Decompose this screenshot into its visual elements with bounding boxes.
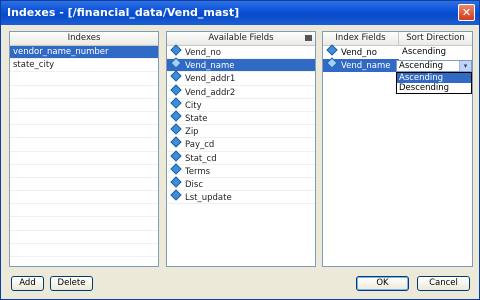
sort-direction-header[interactable]: Sort Direction [399,32,472,45]
list-item[interactable]: Vend_addr2 [167,83,315,99]
list-item [10,191,158,205]
field-icon [170,149,182,162]
index-field-cell[interactable]: Vend_name [323,57,399,72]
indexes-dialog: Indexes - [/financial_data/Vend_mast] ✕ … [0,0,480,300]
list-item-label: Zip [185,127,199,138]
list-item [10,138,158,152]
chevron-down-icon[interactable]: ▾ [459,61,471,71]
field-icon [170,176,182,188]
list-item [10,86,158,99]
field-icon [170,123,182,135]
list-item-label: State [185,113,208,124]
sort-direction-select[interactable]: Ascending ▾ [396,60,472,72]
list-item[interactable]: Zip [167,123,315,139]
list-item [10,72,158,86]
list-item-label: Pay_cd [185,140,215,151]
list-item-label: Stat_cd [185,153,217,164]
list-item-label: Terms [185,166,211,177]
list-item[interactable]: Vend_no [167,44,315,60]
add-button[interactable]: Add [11,276,44,291]
list-item-label: City [185,100,202,111]
list-item [10,125,158,139]
field-icon [170,110,182,122]
indexes-header[interactable]: Indexes [10,32,158,45]
list-item[interactable]: Lst_update [167,189,315,205]
list-item[interactable]: state_city [10,59,158,73]
list-item-label: Vend_name [185,61,235,72]
index-field-cell[interactable]: Vend_no [323,44,399,59]
list-item-label: state_city [13,60,55,71]
list-item [10,112,158,126]
field-icon [170,44,182,56]
list-item[interactable]: Vend_addr1 [167,70,315,86]
list-item[interactable]: vendor_name_number [10,46,158,60]
list-item[interactable]: Stat_cd [167,149,315,165]
table-row[interactable]: Vend_no Ascending [323,44,472,59]
list-item[interactable]: City [167,97,315,112]
title-bar[interactable]: Indexes - [/financial_data/Vend_mast] ✕ [1,1,479,25]
index-fields-header[interactable]: Index Fields [323,32,399,45]
field-icon [170,136,182,148]
list-item [10,204,158,218]
list-item [10,178,158,192]
field-icon [170,57,182,69]
field-icon [170,189,182,201]
ok-button[interactable]: OK [356,276,409,291]
field-icon [326,57,338,69]
option-ascending[interactable]: Ascending [397,73,471,83]
list-item [10,244,158,257]
list-item-label: vendor_name_number [13,47,109,57]
field-icon [170,97,182,109]
field-icon [170,163,182,175]
list-item-label: Vend_addr2 [185,87,236,98]
list-item[interactable]: State [167,110,315,126]
list-item[interactable]: Vend_name [167,57,315,73]
indexes-list[interactable]: Indexes vendor_name_number state_city [9,31,159,267]
index-field-label: Vend_no [341,48,378,58]
list-item [10,152,158,165]
list-item[interactable]: Disc [167,176,315,192]
window-title: Indexes - [/financial_data/Vend_mast] [7,6,240,19]
list-item-label: Vend_addr1 [185,74,236,85]
available-fields-header[interactable]: Available Fields [167,32,315,45]
available-fields-list[interactable]: Available Fields Vend_no Vend_name Vend_ad… [166,31,316,267]
list-item [10,99,158,112]
cancel-button[interactable]: Cancel [417,276,470,291]
close-icon[interactable]: ✕ [458,4,475,21]
field-icon [170,83,182,96]
column-menu-icon[interactable] [305,35,312,41]
field-icon [170,70,182,83]
delete-button[interactable]: Delete [50,276,93,291]
list-item-label: Disc [185,179,204,190]
sort-direction-cell[interactable]: Ascending [399,46,472,59]
list-item[interactable]: Pay_cd [167,136,315,152]
sort-direction-dropdown[interactable]: Ascending Descending [396,72,472,94]
list-item-label: Lst_update [185,193,232,204]
option-descending[interactable]: Descending [397,83,471,93]
list-item-label: Vend_no [185,48,222,58]
sort-direction-value: Ascending [399,61,444,71]
list-item[interactable]: Terms [167,163,315,178]
field-icon [326,44,338,56]
list-item [10,217,158,231]
list-item [10,231,158,244]
list-item [10,165,158,178]
list-item [10,257,158,266]
index-field-label: Vend_name [341,61,391,71]
